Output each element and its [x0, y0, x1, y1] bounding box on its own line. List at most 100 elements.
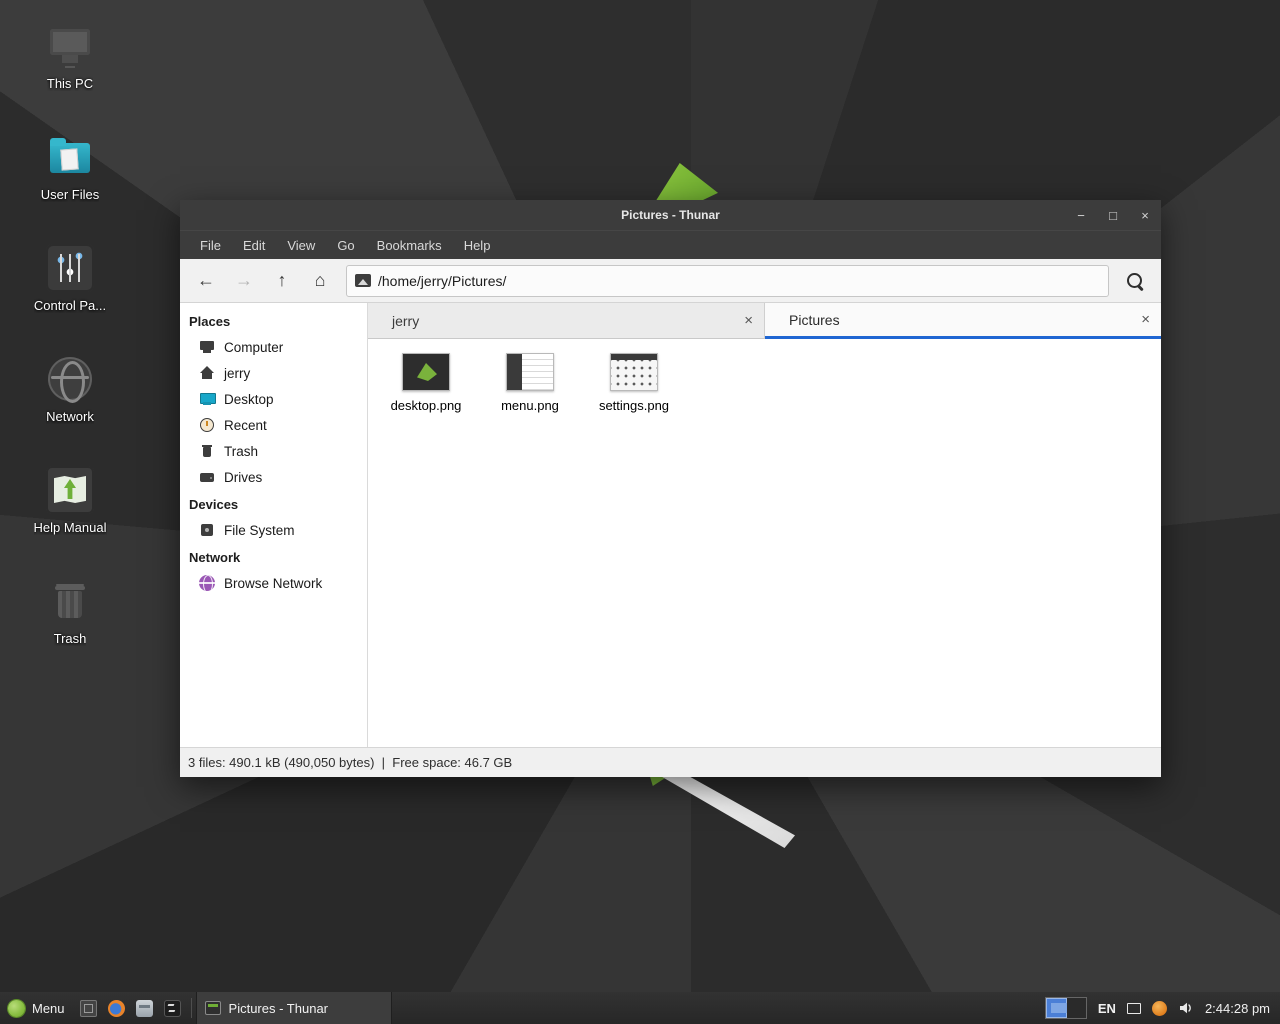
keyboard-layout-indicator[interactable]: EN [1098, 1001, 1116, 1016]
tab-bar: jerry × Pictures × [368, 303, 1161, 339]
sidebar-item-drives[interactable]: Drives [180, 464, 367, 490]
sidebar-item-label: Drives [224, 470, 262, 485]
menu-file[interactable]: File [189, 231, 232, 259]
status-bar: 3 files: 490.1 kB (490,050 bytes) | Free… [180, 747, 1161, 777]
desktop-icon-column: This PC User Files Control Pa... Network… [18, 22, 122, 646]
desktop-icon-control-panel[interactable]: Control Pa... [18, 244, 122, 313]
sidebar-item-browse-network[interactable]: Browse Network [180, 570, 367, 596]
trash-icon [199, 443, 215, 459]
help-manual-icon [46, 466, 94, 514]
path-text: /home/jerry/Pictures/ [378, 273, 506, 289]
sidebar-item-computer[interactable]: Computer [180, 334, 367, 360]
browser-launcher[interactable] [103, 992, 131, 1024]
firefox-icon [108, 1000, 125, 1017]
file-name: desktop.png [391, 398, 462, 413]
sidebar-item-recent[interactable]: Recent [180, 412, 367, 438]
tab-label: jerry [392, 313, 419, 329]
sidebar-header-network: Network [180, 543, 367, 570]
menu-button-label: Menu [32, 1001, 65, 1016]
close-button[interactable]: × [1129, 200, 1161, 230]
start-menu-button[interactable]: Menu [0, 992, 75, 1024]
tab-jerry[interactable]: jerry × [368, 303, 765, 339]
up-button[interactable]: ↑ [264, 264, 300, 298]
file-name: settings.png [599, 398, 669, 413]
menu-view[interactable]: View [276, 231, 326, 259]
maximize-button[interactable]: □ [1097, 200, 1129, 230]
workspace-active[interactable] [1046, 998, 1067, 1018]
workspace-idle[interactable] [1067, 998, 1086, 1018]
mint-logo-icon [8, 1000, 25, 1017]
taskbar-window-button[interactable]: Pictures - Thunar [196, 992, 392, 1024]
sidebar-item-label: Trash [224, 444, 258, 459]
menu-help[interactable]: Help [453, 231, 502, 259]
sidebar-item-label: Desktop [224, 392, 274, 407]
menubar: File Edit View Go Bookmarks Help [180, 230, 1161, 259]
path-bar[interactable]: /home/jerry/Pictures/ [346, 265, 1109, 297]
sidebar-item-file-system[interactable]: File System [180, 517, 367, 543]
trash-icon [46, 577, 94, 625]
taskbar-clock[interactable]: 2:44:28 pm [1205, 1001, 1270, 1016]
tab-close-icon[interactable]: × [1141, 312, 1150, 327]
volume-icon[interactable] [1178, 1000, 1194, 1016]
file-settings-png[interactable]: settings.png [586, 351, 682, 413]
sidebar-item-label: Computer [224, 340, 283, 355]
sidebar-header-devices: Devices [180, 490, 367, 517]
home-button[interactable]: ⌂ [302, 264, 338, 298]
filesystem-icon [199, 522, 215, 538]
document-glyph [60, 148, 78, 170]
tab-close-icon[interactable]: × [744, 313, 753, 328]
sidebar-item-label: Browse Network [224, 576, 322, 591]
desktop-icon-this-pc[interactable]: This PC [18, 22, 122, 91]
desktop-icon-label: This PC [47, 76, 93, 91]
back-button[interactable]: ← [188, 264, 224, 298]
file-name: menu.png [501, 398, 559, 413]
taskbar: Menu Pictures - Thunar EN 2:44:28 pm [0, 992, 1280, 1024]
image-thumbnail [610, 353, 658, 391]
search-button[interactable] [1117, 263, 1153, 299]
main-pane: jerry × Pictures × desktop.png menu.png [368, 303, 1161, 747]
workspace-switcher[interactable] [1045, 997, 1087, 1019]
menu-edit[interactable]: Edit [232, 231, 276, 259]
network-globe-icon [48, 357, 92, 401]
folder-picture-icon [355, 274, 371, 287]
taskbar-window-label: Pictures - Thunar [229, 1001, 328, 1016]
thunar-window: Pictures - Thunar − □ × File Edit View G… [180, 200, 1161, 777]
sidebar: Places Computer jerry Desktop Recent Tra… [180, 303, 368, 747]
tab-pictures[interactable]: Pictures × [765, 303, 1161, 339]
file-view[interactable]: desktop.png menu.png settings.png [368, 339, 1161, 747]
window-outline-icon[interactable] [1127, 1003, 1141, 1014]
home-icon [199, 365, 215, 381]
sidebar-item-desktop[interactable]: Desktop [180, 386, 367, 412]
desktop-icon-network[interactable]: Network [18, 355, 122, 424]
window-titlebar[interactable]: Pictures - Thunar − □ × [180, 200, 1161, 230]
toolbar: ← → ↑ ⌂ /home/jerry/Pictures/ [180, 259, 1161, 303]
desktop-icon-user-files[interactable]: User Files [18, 133, 122, 202]
desktop-monitor-icon [199, 391, 215, 407]
menu-go[interactable]: Go [326, 231, 365, 259]
notification-icon[interactable] [1152, 1001, 1167, 1016]
window-title: Pictures - Thunar [180, 208, 1161, 222]
desktop-icon-help-manual[interactable]: Help Manual [18, 466, 122, 535]
desktop-icon-trash[interactable]: Trash [18, 577, 122, 646]
sidebar-item-label: File System [224, 523, 295, 538]
sidebar-item-home[interactable]: jerry [180, 360, 367, 386]
file-menu-png[interactable]: menu.png [482, 351, 578, 413]
file-manager-launcher[interactable] [131, 992, 159, 1024]
file-desktop-png[interactable]: desktop.png [378, 351, 474, 413]
sidebar-header-places: Places [180, 307, 367, 334]
computer-icon [199, 339, 215, 355]
thunar-icon [205, 1001, 221, 1015]
show-desktop-icon [80, 1000, 97, 1017]
show-desktop-button[interactable] [75, 992, 103, 1024]
tab-label: Pictures [789, 312, 840, 328]
taskbar-separator [187, 996, 196, 1020]
sidebar-item-trash[interactable]: Trash [180, 438, 367, 464]
desktop-icon-label: Control Pa... [34, 298, 106, 313]
menu-bookmarks[interactable]: Bookmarks [366, 231, 453, 259]
drive-icon [199, 469, 215, 485]
terminal-launcher[interactable] [159, 992, 187, 1024]
search-icon [1126, 272, 1144, 290]
forward-button[interactable]: → [226, 264, 262, 298]
minimize-button[interactable]: − [1065, 200, 1097, 230]
terminal-icon [164, 1000, 181, 1017]
